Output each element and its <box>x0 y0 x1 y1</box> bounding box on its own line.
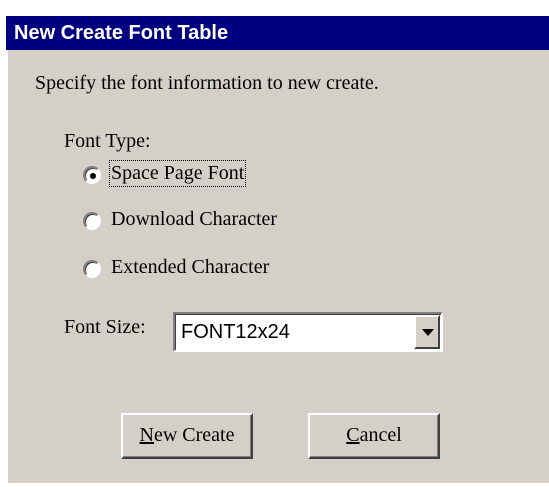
dialog-title: New Create Font Table <box>6 16 549 50</box>
cancel-mnemonic: C <box>346 424 360 446</box>
instruction-text: Specify the font information to new crea… <box>35 72 379 94</box>
new-create-label: ew Create <box>153 424 235 446</box>
font-size-value: FONT12x24 <box>181 321 290 343</box>
dropdown-button[interactable] <box>414 315 440 349</box>
font-type-label: Font Type: <box>64 130 151 152</box>
radio-label-download-character[interactable]: Download Character <box>111 208 277 231</box>
radio-selected-dot <box>90 173 96 179</box>
radio-space-page-font[interactable] <box>83 166 101 184</box>
cancel-button[interactable]: Cancel <box>308 413 440 459</box>
new-create-button[interactable]: New Create <box>121 413 253 459</box>
font-size-combobox[interactable]: FONT12x24 <box>173 312 443 352</box>
radio-download-character[interactable] <box>83 212 101 230</box>
radio-label-extended-character[interactable]: Extended Character <box>111 256 269 279</box>
cancel-label: ancel <box>359 424 402 446</box>
radio-label-space-page-font[interactable]: Space Page Font <box>108 160 247 187</box>
font-size-label: Font Size: <box>64 316 146 338</box>
radio-extended-character[interactable] <box>83 260 101 278</box>
new-create-mnemonic: N <box>139 424 154 446</box>
chevron-down-icon <box>422 329 434 336</box>
